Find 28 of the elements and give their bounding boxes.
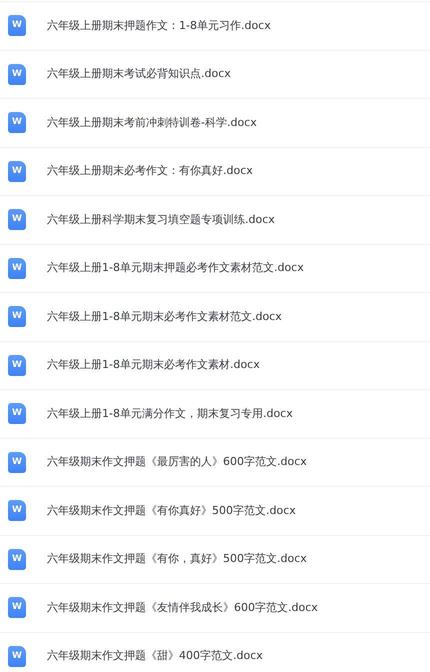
file-name[interactable]: 六年级上册1-8单元满分作文，期末复习专用.docx — [47, 406, 293, 422]
file-name[interactable]: 六年级上册期末必考作文：有你真好.docx — [47, 163, 253, 180]
word-file-icon: W — [8, 548, 26, 570]
word-file-icon: W — [8, 597, 26, 618]
file-name[interactable]: 六年级期末作文押题《甜》400字范文.docx — [47, 648, 263, 664]
word-file-icon: W — [8, 112, 26, 134]
file-name[interactable]: 六年级期末作文押题《友情伴我成长》600字范文.docx — [47, 600, 318, 616]
file-name[interactable]: 六年级上册1-8单元期末押题必考作文素材范文.docx — [47, 260, 304, 276]
word-file-icon: W — [8, 258, 26, 279]
file-name[interactable]: 六年级上册期末押题作文：1-8单元习作.docx — [47, 18, 271, 34]
word-file-icon: W — [8, 452, 26, 473]
file-name[interactable]: 六年级上册1-8单元期末必考作文素材.docx — [47, 357, 260, 374]
word-file-icon: W — [8, 500, 26, 522]
file-name[interactable]: 六年级上册科学期末复习填空题专项训练.docx — [47, 212, 275, 228]
file-name[interactable]: 六年级期末作文押题《有你，真好》500字范文.docx — [47, 551, 307, 568]
file-name[interactable]: 六年级上册期末考前冲刺特训卷-科学.docx — [47, 114, 257, 131]
word-file-icon: W — [8, 646, 26, 667]
word-file-icon: W — [8, 403, 26, 424]
file-name[interactable]: 六年级上册期末考试必背知识点.docx — [47, 66, 231, 82]
word-file-icon: W — [8, 354, 26, 376]
word-file-icon: W — [8, 209, 26, 230]
word-file-icon: W — [8, 64, 26, 85]
word-file-icon: W — [8, 306, 26, 328]
word-file-icon: W — [8, 15, 26, 36]
file-name[interactable]: 六年级期末作文押题《最厉害的人》600字范文.docx — [47, 454, 307, 470]
word-file-icon: W — [8, 160, 26, 182]
file-name[interactable]: 六年级上册1-8单元期末必考作文素材范文.docx — [47, 308, 282, 325]
file-name[interactable]: 六年级期末作文押题《有你真好》500字范文.docx — [47, 502, 296, 519]
